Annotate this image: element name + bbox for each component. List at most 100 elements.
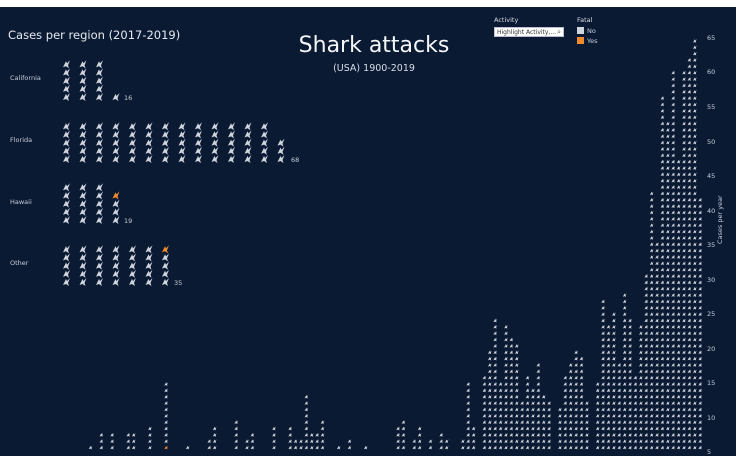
region-florida-case-icon <box>228 138 235 147</box>
year-2014-case-icon <box>671 445 676 450</box>
year-1979-case-icon <box>482 445 487 450</box>
year-1996-case-icon <box>574 407 578 412</box>
region-florida-case-icon <box>277 138 285 147</box>
year-2019-case-icon <box>698 426 702 431</box>
year-2009-case-icon <box>644 324 649 329</box>
region-florida-case-icon <box>244 130 252 139</box>
year-1920-case-icon <box>164 439 168 444</box>
year-2019-case-icon <box>698 382 702 386</box>
region-other-case-icon <box>162 245 169 254</box>
region-other-case-icon <box>96 245 103 254</box>
year-1990-case-icon <box>541 432 546 437</box>
year-1982-case-icon <box>498 420 503 425</box>
year-2015-case-icon <box>676 178 681 183</box>
year-1995-case-icon <box>568 375 573 380</box>
year-2016-case-icon <box>682 102 686 107</box>
year-1976-case-icon <box>466 413 471 418</box>
year-2017-case-icon <box>687 255 692 259</box>
year-2008-case-icon <box>639 439 643 444</box>
region-hawaii-case-icon <box>96 191 103 200</box>
year-2010-case-icon <box>649 235 654 240</box>
year-2006-case-icon <box>628 432 632 437</box>
year-1981-case-icon <box>493 331 497 336</box>
year-1991-case-icon <box>547 401 551 405</box>
year-2017-case-icon <box>687 280 692 285</box>
year-1943-case-icon <box>288 439 292 444</box>
year-2014-case-icon <box>671 159 676 164</box>
year-1979-case-icon <box>482 439 487 444</box>
year-1913-case-icon <box>126 445 131 450</box>
year-2017-case-icon <box>687 369 692 374</box>
year-2005-case-icon <box>622 382 627 386</box>
year-2000-case-icon <box>595 420 600 425</box>
year-1989-case-icon <box>536 382 541 386</box>
year-2018-case-icon <box>693 197 697 202</box>
year-1986-case-icon <box>520 439 524 444</box>
year-1933-case-icon <box>234 432 239 437</box>
year-2017-case-icon <box>687 382 692 386</box>
year-2017-case-icon <box>687 375 692 380</box>
region-hawaii-case-icon <box>79 207 87 216</box>
year-2007-case-icon <box>633 401 638 405</box>
year-2018-case-icon <box>693 363 697 367</box>
year-2019-case-icon <box>698 216 702 221</box>
year-2010-case-icon <box>649 388 654 393</box>
year-2014-case-icon <box>671 102 676 107</box>
year-2018-case-icon <box>693 235 697 240</box>
year-2009-case-icon <box>644 407 649 412</box>
year-1988-case-icon <box>531 388 535 393</box>
year-2018-case-icon <box>693 382 697 386</box>
year-2006-case-icon <box>628 350 632 355</box>
year-1967-case-icon <box>417 445 422 450</box>
year-2010-case-icon <box>649 343 654 348</box>
year-2014-case-icon <box>671 312 676 317</box>
region-florida-case-icon <box>63 146 70 155</box>
year-1989-case-icon <box>536 388 541 393</box>
year-2017-case-icon <box>687 261 692 266</box>
year-1920-case-icon <box>164 382 168 386</box>
year-1920-case-icon <box>164 445 168 450</box>
year-2017-case-icon <box>687 216 692 221</box>
year-1997-case-icon <box>579 420 584 425</box>
year-2014-case-icon <box>671 369 676 374</box>
year-2018-case-icon <box>693 439 697 444</box>
year-1984-case-icon <box>509 343 514 348</box>
year-1988-case-icon <box>531 439 535 444</box>
year-2017-case-icon <box>687 134 692 139</box>
region-hawaii-case-icon <box>112 207 120 216</box>
year-1989-case-icon <box>536 369 541 374</box>
year-2013-case-icon <box>666 293 670 297</box>
year-2015-case-icon <box>676 255 681 259</box>
year-2005-case-icon <box>622 426 627 431</box>
year-1947-case-icon <box>309 432 314 437</box>
year-2008-case-icon <box>639 331 643 336</box>
year-2013-case-icon <box>666 223 670 228</box>
region-florida-case-icon <box>96 146 103 155</box>
year-2012-case-icon <box>660 420 665 425</box>
year-2002-case-icon <box>606 337 611 342</box>
year-1981-case-icon <box>493 324 497 329</box>
region-other-case-icon <box>145 261 153 270</box>
year-2019-case-icon <box>698 432 702 437</box>
region-hawaii-case-icon <box>63 199 70 208</box>
year-2009-case-icon <box>644 426 649 431</box>
year-2009-case-icon <box>644 413 649 418</box>
year-2012-case-icon <box>660 388 665 393</box>
year-2018-case-icon <box>693 223 697 228</box>
year-2000-case-icon <box>595 445 600 450</box>
year-2004-case-icon <box>617 413 622 418</box>
year-2018-case-icon <box>693 261 697 266</box>
year-2005-case-icon <box>622 350 627 355</box>
year-2019-case-icon <box>698 286 702 291</box>
year-1947-case-icon <box>309 445 314 450</box>
year-2014-case-icon <box>671 77 676 81</box>
year-1988-case-icon <box>531 426 535 431</box>
year-1967-case-icon <box>417 426 422 431</box>
year-2016-case-icon <box>682 159 686 164</box>
year-2014-case-icon <box>671 178 676 183</box>
year-1984-case-icon <box>509 350 514 355</box>
year-2016-case-icon <box>682 293 686 297</box>
year-2018-case-icon <box>693 127 697 132</box>
year-2016-case-icon <box>682 445 686 450</box>
year-2012-case-icon <box>660 147 665 151</box>
